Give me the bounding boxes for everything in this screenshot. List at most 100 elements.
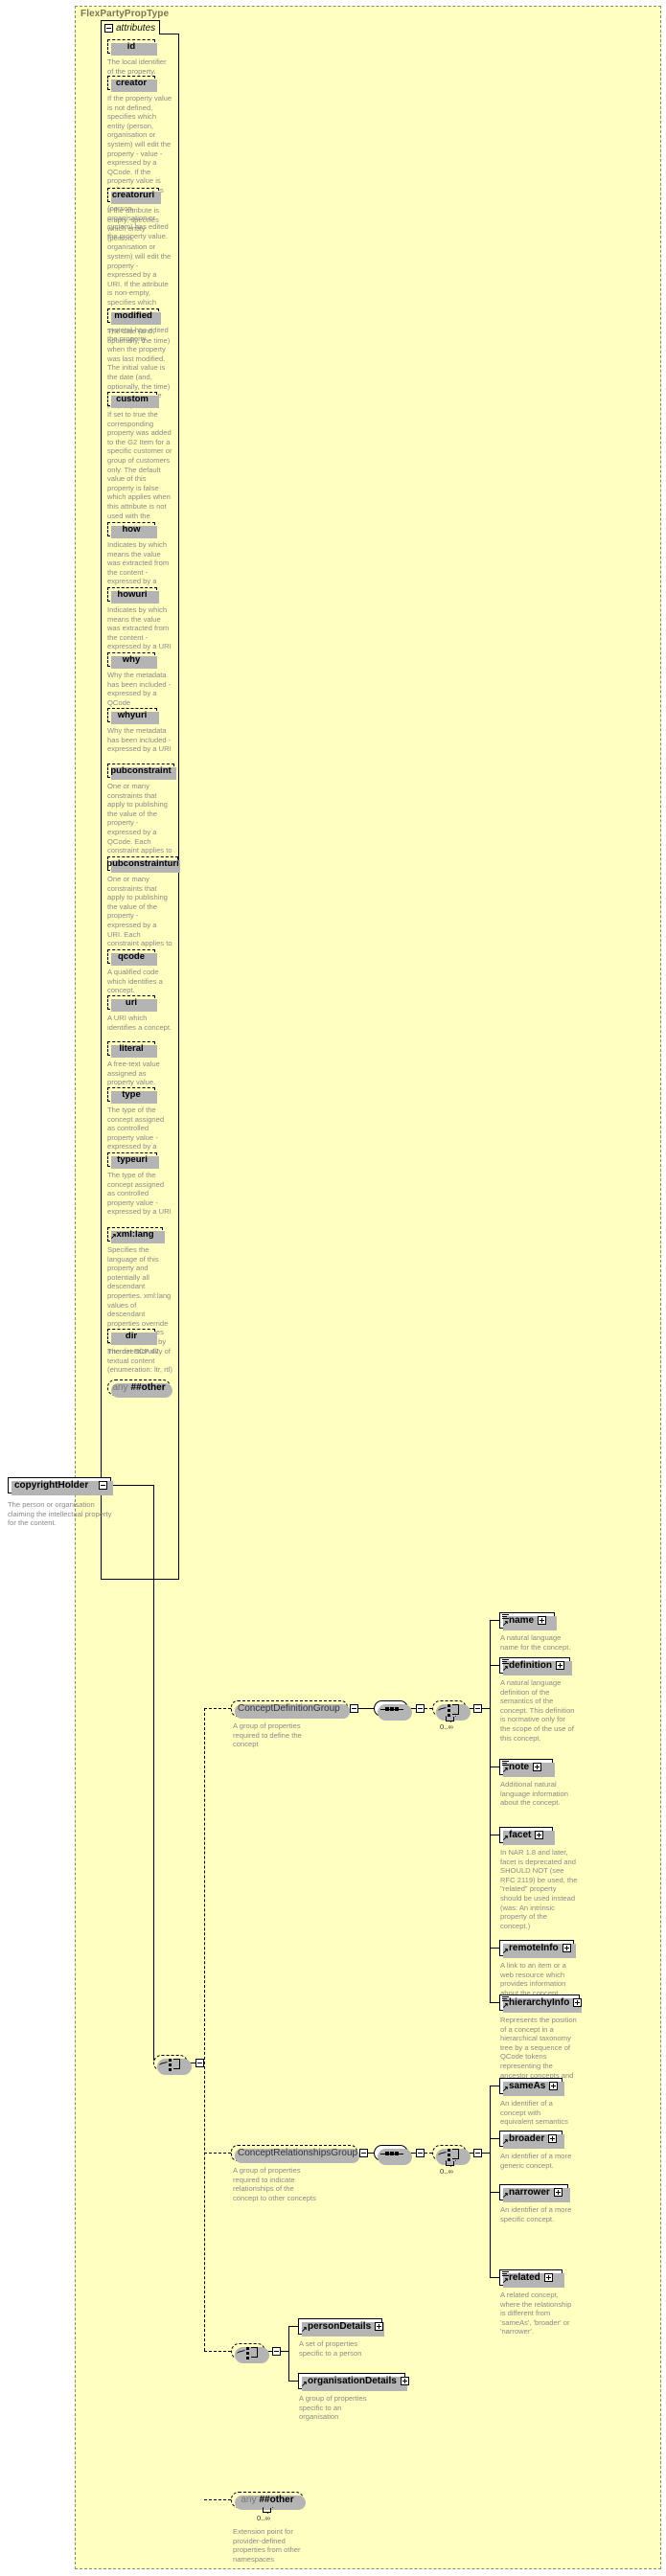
root-element-doc: The person or organisation claiming the … (8, 1500, 112, 1528)
element-note[interactable]: ↗ note (499, 1759, 555, 1777)
sequence-glyph-icon (380, 1707, 403, 1711)
element-expand-icon[interactable] (543, 2273, 553, 2282)
element-facet[interactable]: ↗ facet (499, 1827, 555, 1845)
element-definition[interactable]: ↗ definition (499, 1657, 572, 1676)
details-choice-compositor[interactable] (231, 2343, 269, 2363)
attribute-qcode[interactable]: qcode (107, 949, 157, 966)
attribute-pubconstraint[interactable]: pubconstraint (107, 764, 176, 780)
element-expand-icon[interactable] (400, 2377, 409, 2385)
attribute-how[interactable]: how (107, 522, 157, 538)
attribute-custom[interactable]: custom (107, 392, 159, 408)
group1-choice-compositor[interactable] (432, 1700, 471, 1721)
attributes-tab[interactable]: attributes (101, 20, 160, 34)
element-doc: A group of properties specific to an org… (299, 2394, 367, 2422)
attribute-typeuri[interactable]: typeuri (107, 1152, 159, 1169)
element-expand-icon[interactable] (562, 1944, 571, 1952)
attribute-label: howuri (117, 589, 148, 600)
attribute-uri[interactable]: uri (107, 995, 157, 1012)
attribute-howuri[interactable]: howuri (107, 587, 159, 604)
element-narrower[interactable]: ↗ narrower (499, 2184, 570, 2202)
attribute-pubconstrainturi[interactable]: pubconstrainturi (106, 856, 180, 873)
attribute-creatoruri[interactable]: creatoruri (107, 188, 161, 204)
main-choice-expand-icon[interactable] (195, 2059, 204, 2067)
element-expand-icon[interactable] (553, 2188, 563, 2197)
connector (425, 2153, 432, 2154)
attribute-modified[interactable]: modified (107, 308, 161, 325)
attribute-dir[interactable]: dir (107, 1329, 157, 1345)
group-conceptdefinitiongroup[interactable]: ConceptDefinitionGroup (231, 1700, 350, 1719)
attribute-ref-arrow-icon: ↗ (110, 1232, 117, 1241)
type-title: FlexPartyPropType (80, 9, 170, 19)
body-any-doc: Extension point for provider-defined pro… (233, 2527, 301, 2564)
element-sameas[interactable]: ↗ sameAs (499, 2078, 564, 2096)
root-collapse-icon[interactable] (99, 1481, 107, 1490)
attribute-label: type (122, 1089, 141, 1100)
attributes-collapse-icon[interactable] (104, 23, 113, 33)
attribute-doc: A free-text value assigned as property v… (107, 1060, 160, 1087)
element-related[interactable]: ↗ related (499, 2269, 564, 2288)
attributes-any-other[interactable]: any ##other (107, 1379, 172, 1398)
group2-choice-compositor[interactable] (432, 2145, 471, 2165)
attribute-id[interactable]: id (107, 39, 157, 56)
element-hierarchyinfo[interactable]: ↗ hierarchyInfo (499, 1995, 583, 2013)
connector (358, 1708, 374, 1709)
root-element-copyrightholder[interactable]: copyrightHolder (8, 1477, 113, 1495)
body-any-other[interactable]: any ##other (231, 2492, 306, 2510)
attribute-label: uri (125, 997, 138, 1008)
group2-sequence-compositor[interactable] (374, 2145, 412, 2165)
attribute-creator[interactable]: creator (107, 76, 157, 92)
element-remoteinfo[interactable]: ↗ remoteInfo (499, 1940, 576, 1958)
element-doc: An identifier of a more specific concept… (500, 2205, 572, 2223)
element-ref-arrow-icon: ↗ (502, 1619, 509, 1628)
choice-glyph-icon (236, 2346, 262, 2359)
element-ref-arrow-icon: ↗ (502, 1766, 509, 1774)
element-expand-icon[interactable] (556, 1661, 564, 1670)
group-doc: A group of properties required to indica… (233, 2166, 316, 2202)
connector (288, 2326, 298, 2327)
attribute-whyuri[interactable]: whyuri (107, 708, 159, 724)
element-expand-icon[interactable] (375, 2322, 384, 2331)
group-expand-icon[interactable] (359, 2149, 368, 2157)
attribute-why[interactable]: why (107, 652, 157, 669)
attribute-label: how (122, 524, 141, 535)
element-expand-icon[interactable] (548, 2134, 558, 2143)
element-expand-icon[interactable] (573, 1998, 583, 2007)
element-expand-icon[interactable] (535, 1831, 544, 1839)
choice-glyph-icon (158, 2058, 184, 2071)
element-ref-arrow-icon: ↗ (502, 1664, 509, 1673)
element-label: facet (509, 1830, 532, 1840)
element-expand-icon[interactable] (538, 1616, 547, 1625)
group-expand-icon[interactable] (350, 1704, 358, 1713)
group1-sequence-compositor[interactable] (374, 1700, 412, 1721)
connector (490, 1620, 499, 1621)
element-ref-arrow-icon: ↗ (502, 2137, 509, 2146)
attribute-xml-lang[interactable]: ↗ xml:lang (107, 1227, 165, 1243)
group-conceptrelationshipsgroup[interactable]: ConceptRelationshipsGroup (231, 2145, 359, 2163)
group2-choice-expand-icon[interactable] (473, 2149, 482, 2157)
element-expand-icon[interactable] (533, 1763, 542, 1771)
connector (153, 1485, 154, 2063)
element-doc: A set of properties specific to a person (299, 2339, 362, 2358)
connector (281, 2351, 288, 2352)
main-choice-compositor[interactable] (153, 2055, 192, 2075)
attribute-doc: The type of the concept assigned as cont… (107, 1171, 172, 1217)
attribute-type[interactable]: type (107, 1087, 157, 1104)
group1-seq-expand-icon[interactable] (416, 1704, 425, 1713)
connector (288, 2326, 289, 2381)
attribute-doc: Indicates by which means the value was e… (107, 605, 172, 651)
element-expand-icon[interactable] (549, 2082, 559, 2090)
element-persondetails[interactable]: ↗ personDetails (298, 2318, 384, 2337)
element-broader[interactable]: ↗ broader (499, 2131, 564, 2149)
details-choice-expand-icon[interactable] (272, 2347, 281, 2356)
element-organisationdetails[interactable]: ↗ organisationDetails (298, 2373, 409, 2391)
connector (204, 2499, 231, 2500)
attribute-literal[interactable]: literal (107, 1041, 157, 1058)
element-name[interactable]: ↗ name (499, 1612, 557, 1630)
attribute-label: dir (125, 1331, 138, 1341)
group1-choice-expand-icon[interactable] (473, 1704, 482, 1713)
attribute-label: xml:lang (116, 1229, 154, 1240)
connector (490, 2192, 499, 2193)
element-doc: Additional natural language information … (500, 1780, 568, 1808)
group2-seq-expand-icon[interactable] (416, 2149, 425, 2157)
attribute-doc: Why the metadata has been included - exp… (107, 671, 172, 707)
